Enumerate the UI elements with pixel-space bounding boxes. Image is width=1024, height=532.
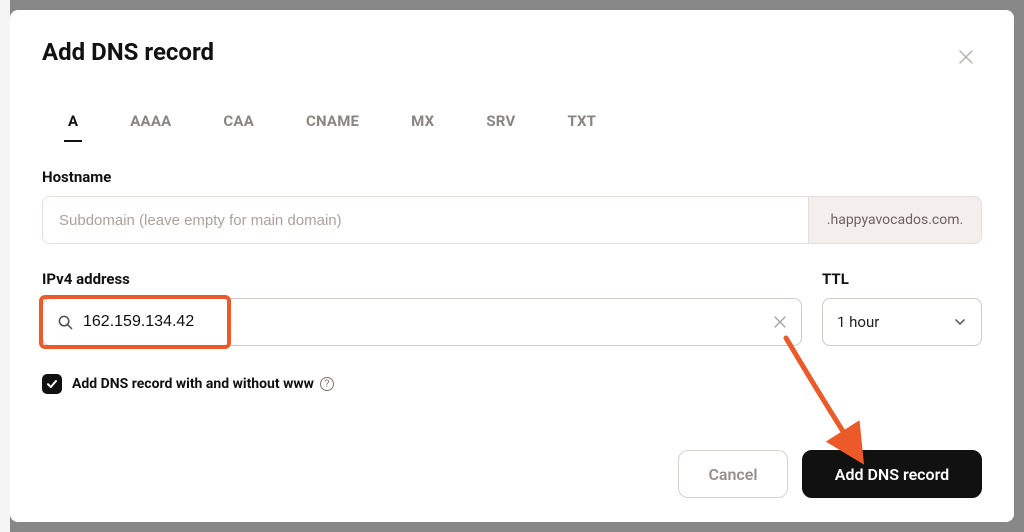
ttl-value: 1 hour — [837, 313, 879, 331]
help-icon[interactable]: ? — [320, 377, 334, 391]
checkmark-icon — [46, 378, 58, 390]
ipv4-field: IPv4 address — [42, 270, 802, 346]
ipv4-label: IPv4 address — [42, 270, 802, 288]
tab-a[interactable]: A — [64, 108, 82, 142]
hostname-field: Hostname .happyavocados.com. — [42, 168, 982, 244]
www-checkbox-text: Add DNS record with and without www — [72, 376, 314, 392]
add-dns-record-modal: Add DNS record A AAAA CAA CNAME MX SRV T… — [10, 10, 1014, 522]
tab-aaaa[interactable]: AAAA — [126, 108, 175, 142]
clear-input-button[interactable] — [770, 308, 790, 337]
ipv4-input[interactable] — [83, 313, 770, 331]
cancel-button[interactable]: Cancel — [678, 450, 788, 498]
www-checkbox[interactable] — [42, 374, 62, 394]
search-icon — [58, 315, 73, 330]
chevron-down-icon — [953, 315, 967, 329]
www-checkbox-label: Add DNS record with and without www ? — [72, 376, 334, 392]
ttl-label: TTL — [822, 270, 982, 288]
hostname-input[interactable] — [42, 196, 808, 244]
record-type-tabs: A AAAA CAA CNAME MX SRV TXT — [42, 108, 982, 142]
domain-suffix: .happyavocados.com. — [808, 196, 982, 244]
www-checkbox-row: Add DNS record with and without www ? — [42, 374, 982, 394]
ttl-select[interactable]: 1 hour — [822, 298, 982, 346]
tab-srv[interactable]: SRV — [482, 108, 519, 142]
close-button[interactable] — [950, 44, 982, 72]
background-app-slice — [0, 0, 10, 532]
ttl-field: TTL 1 hour — [822, 270, 982, 346]
submit-button[interactable]: Add DNS record — [802, 450, 982, 498]
tab-txt[interactable]: TXT — [563, 108, 600, 142]
modal-title: Add DNS record — [42, 38, 214, 66]
close-icon — [958, 49, 974, 65]
tab-mx[interactable]: MX — [407, 108, 438, 142]
hostname-label: Hostname — [42, 168, 982, 186]
modal-footer: Cancel Add DNS record — [42, 430, 982, 498]
clear-icon — [774, 316, 786, 328]
tab-cname[interactable]: CNAME — [302, 108, 363, 142]
modal-header: Add DNS record — [42, 38, 982, 72]
tab-caa[interactable]: CAA — [219, 108, 258, 142]
